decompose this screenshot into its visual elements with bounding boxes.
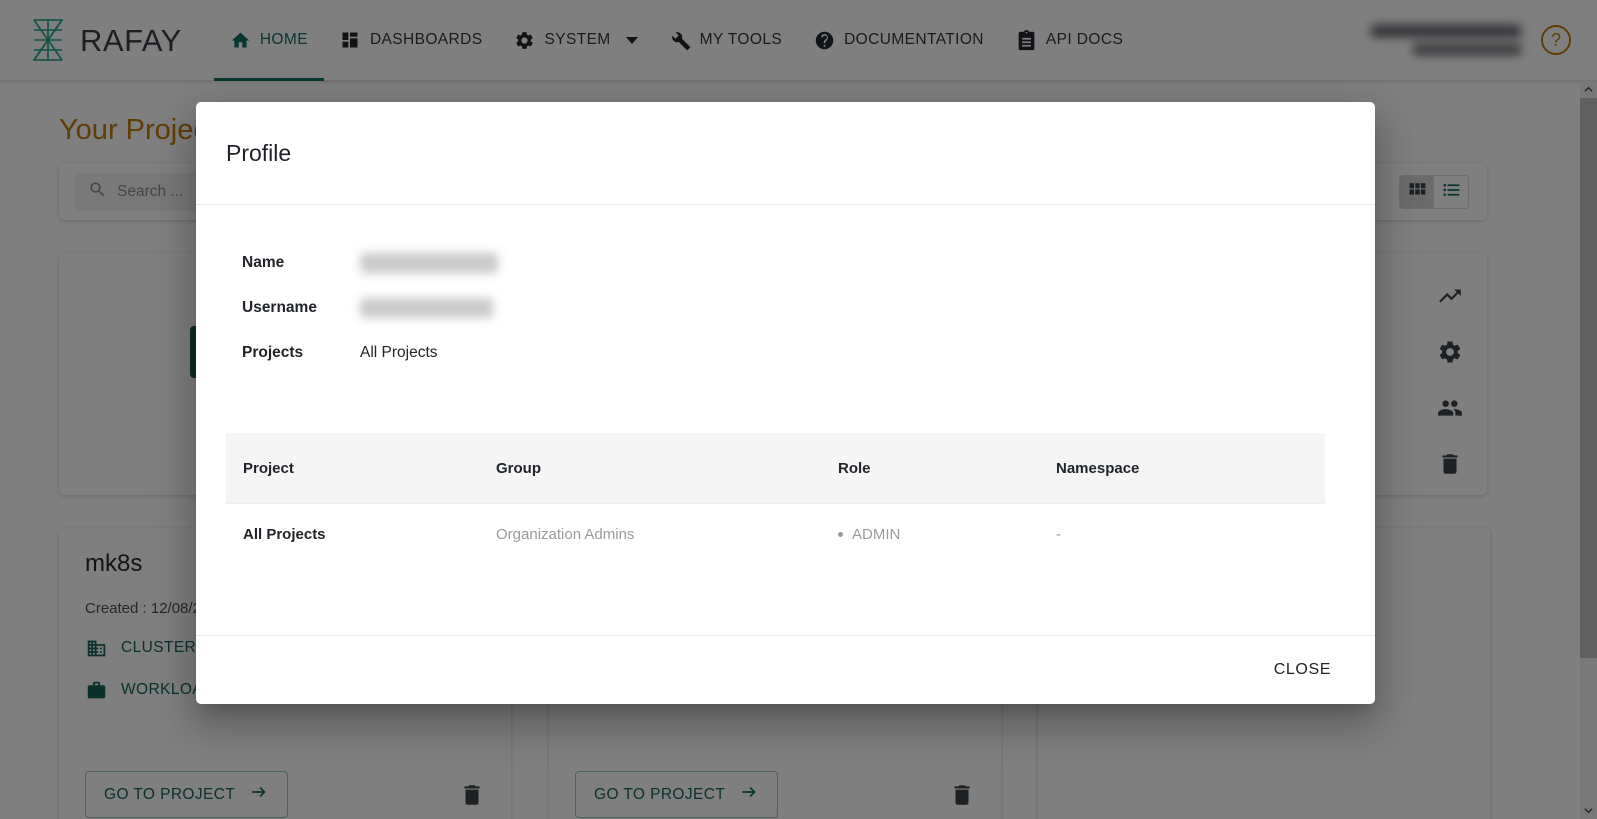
column-header-project: Project (243, 459, 294, 477)
roles-table: Project Group Role Namespace All Project… (226, 433, 1325, 565)
table-row: All Projects Organization Admins ADMIN - (226, 503, 1325, 565)
profile-field-projects: Projects All Projects (242, 330, 1345, 375)
column-header-role: Role (838, 459, 871, 477)
profile-field-username: Username (242, 285, 1345, 330)
profile-fields: Name Username Projects All Projects (242, 240, 1345, 375)
profile-field-projects-label: Projects (242, 343, 304, 361)
dialog-footer: CLOSE (196, 635, 1375, 704)
profile-field-name-label: Name (242, 253, 285, 271)
bullet-icon (838, 532, 843, 537)
column-header-namespace: Namespace (1056, 459, 1140, 477)
cell-project: All Projects (243, 526, 326, 543)
profile-field-name-value-redacted (360, 252, 498, 273)
profile-field-name: Name (242, 240, 1345, 285)
cell-role: ADMIN (838, 526, 1056, 543)
cell-namespace: - (1056, 526, 1061, 543)
profile-field-projects-value: All Projects (360, 343, 438, 361)
dialog-header: Profile (196, 102, 1375, 205)
dialog-title: Profile (226, 139, 292, 166)
table-body: All Projects Organization Admins ADMIN - (226, 503, 1325, 565)
screen-root: RAFAY HOME DASHBOARDS (0, 0, 1597, 819)
cell-group: Organization Admins (496, 526, 635, 543)
profile-dialog: Profile Name Username Projects All Proje… (196, 102, 1375, 704)
profile-field-username-value-redacted (360, 297, 493, 318)
cell-role-label: ADMIN (852, 526, 901, 543)
profile-field-username-label: Username (242, 298, 317, 316)
column-header-group: Group (496, 459, 541, 477)
close-button[interactable]: CLOSE (1260, 651, 1345, 689)
dialog-body: Name Username Projects All Projects Proj… (196, 205, 1375, 635)
table-header-row: Project Group Role Namespace (226, 433, 1325, 503)
